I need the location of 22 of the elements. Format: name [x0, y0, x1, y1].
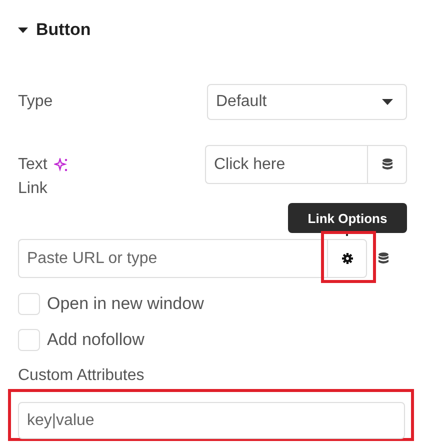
field-label: Custom Attributes	[18, 367, 146, 385]
text-input[interactable]: Click here	[205, 145, 367, 184]
url-input[interactable]: Paste URL or type	[18, 239, 327, 278]
checkbox[interactable]	[18, 293, 40, 315]
caret-icon[interactable]	[18, 25, 28, 35]
checkbox-label[interactable]: Add nofollow	[47, 330, 144, 350]
checkbox[interactable]	[18, 329, 40, 351]
field-label: Type	[18, 93, 53, 111]
database-icon	[382, 158, 392, 171]
section-title[interactable]: Button	[36, 20, 91, 40]
link-options-button[interactable]	[327, 239, 367, 278]
dropdown-caret-icon	[382, 99, 393, 105]
dynamic-tags-button[interactable]	[367, 145, 407, 184]
settings-icon	[342, 253, 352, 264]
tooltip: Link Options	[288, 203, 407, 233]
checkbox-label[interactable]: Open in new window	[47, 294, 204, 314]
field-label: Text	[18, 156, 48, 174]
sparkle-icon[interactable]	[54, 158, 68, 172]
attributes-input[interactable]: key|value	[18, 402, 405, 439]
type-select[interactable]: Default	[207, 84, 407, 120]
database-icon[interactable]	[378, 252, 389, 265]
field-label: Link	[18, 180, 48, 198]
